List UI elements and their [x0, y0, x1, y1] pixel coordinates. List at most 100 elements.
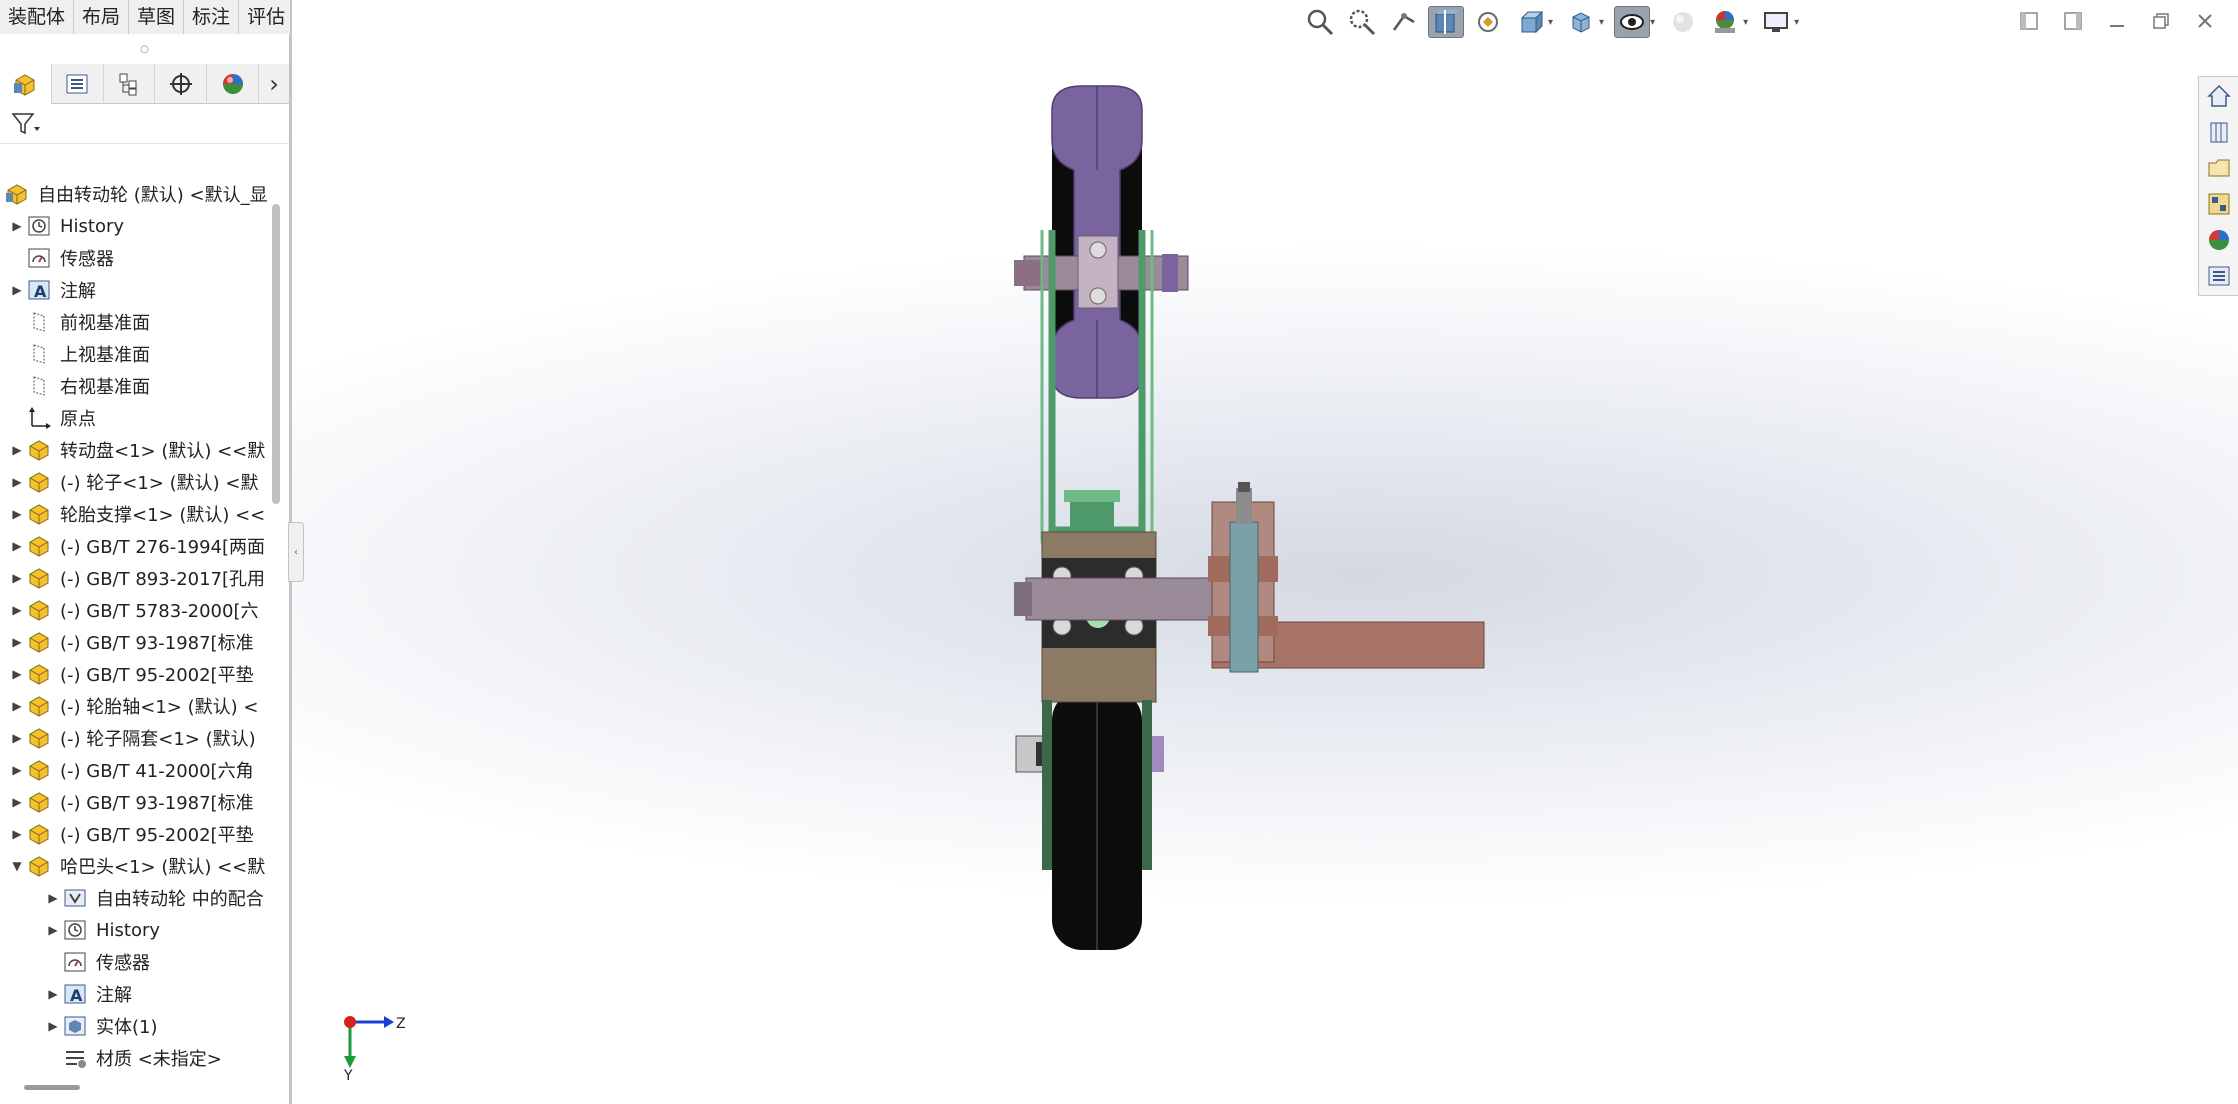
design-library-icon[interactable] [2203, 117, 2235, 147]
dimxpert-tab[interactable] [155, 63, 208, 104]
minimize-icon[interactable] [2104, 8, 2130, 34]
tile-right-icon[interactable] [2060, 8, 2086, 34]
view-settings-dropdown-icon[interactable]: ▾ [1794, 17, 1799, 28]
expand-arrow-icon[interactable]: ▶ [8, 475, 26, 489]
expand-arrow-icon[interactable]: ▶ [8, 443, 26, 457]
tree-item-14[interactable]: ▶ (-) GB/T 95-2002[平垫 [0, 658, 272, 690]
tree-item-11[interactable]: ▶ (-) GB/T 893-2017[孔用 [0, 562, 272, 594]
tree-root-assembly[interactable]: 自由转动轮 (默认) <默认_显 [0, 178, 272, 210]
tree-item-sub-2[interactable]: 传感器 [0, 946, 272, 978]
model-section-view[interactable] [1012, 70, 1612, 1030]
tree-item-13[interactable]: ▶ (-) GB/T 93-1987[标准 [0, 626, 272, 658]
tab-1[interactable]: 布局 [74, 0, 130, 34]
expand-open-icon[interactable]: ▼ [8, 859, 26, 873]
expand-arrow-icon[interactable]: ▶ [8, 603, 26, 617]
tree-item-sub-1[interactable]: ▶ History [0, 914, 272, 946]
tree-filter[interactable] [0, 104, 289, 144]
expand-arrow-icon[interactable]: ▶ [8, 699, 26, 713]
tree-item-2[interactable]: ▶ A 注解 [0, 274, 272, 306]
propertymanager-tab[interactable] [52, 63, 104, 104]
expand-arrow-icon[interactable]: ▶ [44, 987, 62, 1001]
close-icon[interactable] [2192, 8, 2218, 34]
restore-icon[interactable] [2148, 8, 2174, 34]
tab-2[interactable]: 草图 [129, 0, 185, 34]
tree-item-12[interactable]: ▶ (-) GB/T 5783-2000[六 [0, 594, 272, 626]
displaymanager-tab[interactable] [207, 63, 260, 104]
display-style-dropdown-icon[interactable]: ▾ [1599, 17, 1604, 28]
tree-horizontal-scrollbar[interactable] [24, 1085, 80, 1090]
featuremanager-tab[interactable] [0, 63, 52, 104]
tab-3[interactable]: 标注 [184, 0, 240, 34]
origin-icon [26, 405, 52, 431]
tree-item-15[interactable]: ▶ (-) 轮胎轴<1> (默认) < [0, 690, 272, 722]
tree-item-17[interactable]: ▶ (-) GB/T 41-2000[六角 [0, 754, 272, 786]
tree-item-sub-4[interactable]: ▶ 实体(1) [0, 1010, 272, 1042]
hide-show-dropdown-icon[interactable]: ▾ [1650, 17, 1655, 28]
expand-arrow-icon[interactable]: ▶ [8, 571, 26, 585]
file-explorer-icon[interactable] [2203, 153, 2235, 183]
expand-arrow-icon[interactable]: ▶ [8, 731, 26, 745]
expand-arrow-icon[interactable]: ▶ [44, 923, 62, 937]
tree-item-label: 轮胎支撑<1> (默认) << [60, 505, 266, 526]
view-orientation-dropdown-icon[interactable]: ▾ [1548, 17, 1553, 28]
expand-arrow-icon[interactable]: ▶ [44, 891, 62, 905]
expand-arrow-icon[interactable]: ▶ [8, 507, 26, 521]
tree-item-3[interactable]: 前视基准面 [0, 306, 272, 338]
tree-item-9[interactable]: ▶ 轮胎支撑<1> (默认) << [0, 498, 272, 530]
tree-item-10[interactable]: ▶ (-) GB/T 276-1994[两面 [0, 530, 272, 562]
filter-icon[interactable] [10, 111, 40, 137]
tree-item-0[interactable]: ▶ History [0, 210, 272, 242]
expand-arrow-icon[interactable]: ▶ [8, 827, 26, 841]
apply-scene-dropdown-icon[interactable]: ▾ [1743, 17, 1748, 28]
expand-arrow-icon[interactable]: ▶ [8, 795, 26, 809]
tree-item-sub-6[interactable]: 前视基准面 [0, 1074, 272, 1078]
apply-scene-icon[interactable] [1707, 6, 1743, 38]
zoom-to-fit-icon[interactable] [1302, 6, 1338, 38]
panel-collapse-handle[interactable]: ‹ [288, 522, 304, 582]
view-orientation-icon[interactable] [1512, 6, 1548, 38]
graphics-area[interactable]: ▾ ▾ ▾ ▾ ▾ [290, 0, 2238, 1104]
part-icon [26, 437, 52, 463]
part-icon [26, 821, 52, 847]
tab-0[interactable]: 装配体 [0, 0, 75, 34]
tree-item-19[interactable]: ▶ (-) GB/T 95-2002[平垫 [0, 818, 272, 850]
zoom-to-area-icon[interactable] [1344, 6, 1380, 38]
expand-arrow-icon[interactable]: ▶ [8, 283, 26, 297]
hide-show-items-icon[interactable] [1614, 6, 1651, 38]
tree-item-20[interactable]: ▼ 哈巴头<1> (默认) <<默 [0, 850, 272, 882]
expand-arrow-icon[interactable]: ▶ [8, 219, 26, 233]
panel-grip-icon[interactable]: ○ [0, 34, 289, 64]
expand-arrow-icon[interactable]: ▶ [44, 1019, 62, 1033]
expand-arrow-icon[interactable]: ▶ [8, 635, 26, 649]
display-style-icon[interactable] [1563, 6, 1599, 38]
swivel-arm [1025, 577, 1245, 621]
edit-appearance-icon[interactable] [1665, 6, 1701, 38]
custom-properties-icon[interactable] [2203, 261, 2235, 291]
section-view-icon[interactable] [1428, 6, 1464, 38]
tree-vertical-scrollbar[interactable] [272, 204, 280, 504]
previous-view-icon[interactable] [1386, 6, 1422, 38]
tree-item-16[interactable]: ▶ (-) 轮子隔套<1> (默认) [0, 722, 272, 754]
tree-item-sub-3[interactable]: ▶ A 注解 [0, 978, 272, 1010]
tree-item-7[interactable]: ▶ 转动盘<1> (默认) <<默 [0, 434, 272, 466]
tree-item-sub-0[interactable]: ▶ 自由转动轮 中的配合 [0, 882, 272, 914]
tree-item-sub-5[interactable]: 材质 <未指定> [0, 1042, 272, 1074]
tree-item-18[interactable]: ▶ (-) GB/T 93-1987[标准 [0, 786, 272, 818]
dynamic-annotation-icon[interactable] [1470, 6, 1506, 38]
tree-item-8[interactable]: ▶ (-) 轮子<1> (默认) <默 [0, 466, 272, 498]
solidworks-resources-icon[interactable] [2203, 81, 2235, 111]
expand-arrow-icon[interactable]: ▶ [8, 539, 26, 553]
tree-item-6[interactable]: 原点 [0, 402, 272, 434]
expand-arrow-icon[interactable]: ▶ [8, 763, 26, 777]
appearances-scenes-icon[interactable] [2203, 225, 2235, 255]
view-palette-icon[interactable] [2203, 189, 2235, 219]
view-settings-icon[interactable] [1758, 6, 1794, 38]
tab-4[interactable]: 评估 [239, 0, 295, 34]
configurationmanager-tab[interactable] [104, 63, 156, 104]
tree-item-5[interactable]: 右视基准面 [0, 370, 272, 402]
expand-arrow-icon[interactable]: ▶ [8, 667, 26, 681]
tile-left-icon[interactable] [2016, 8, 2042, 34]
more-tabs-icon[interactable]: › [259, 70, 289, 98]
tree-item-1[interactable]: 传感器 [0, 242, 272, 274]
tree-item-4[interactable]: 上视基准面 [0, 338, 272, 370]
